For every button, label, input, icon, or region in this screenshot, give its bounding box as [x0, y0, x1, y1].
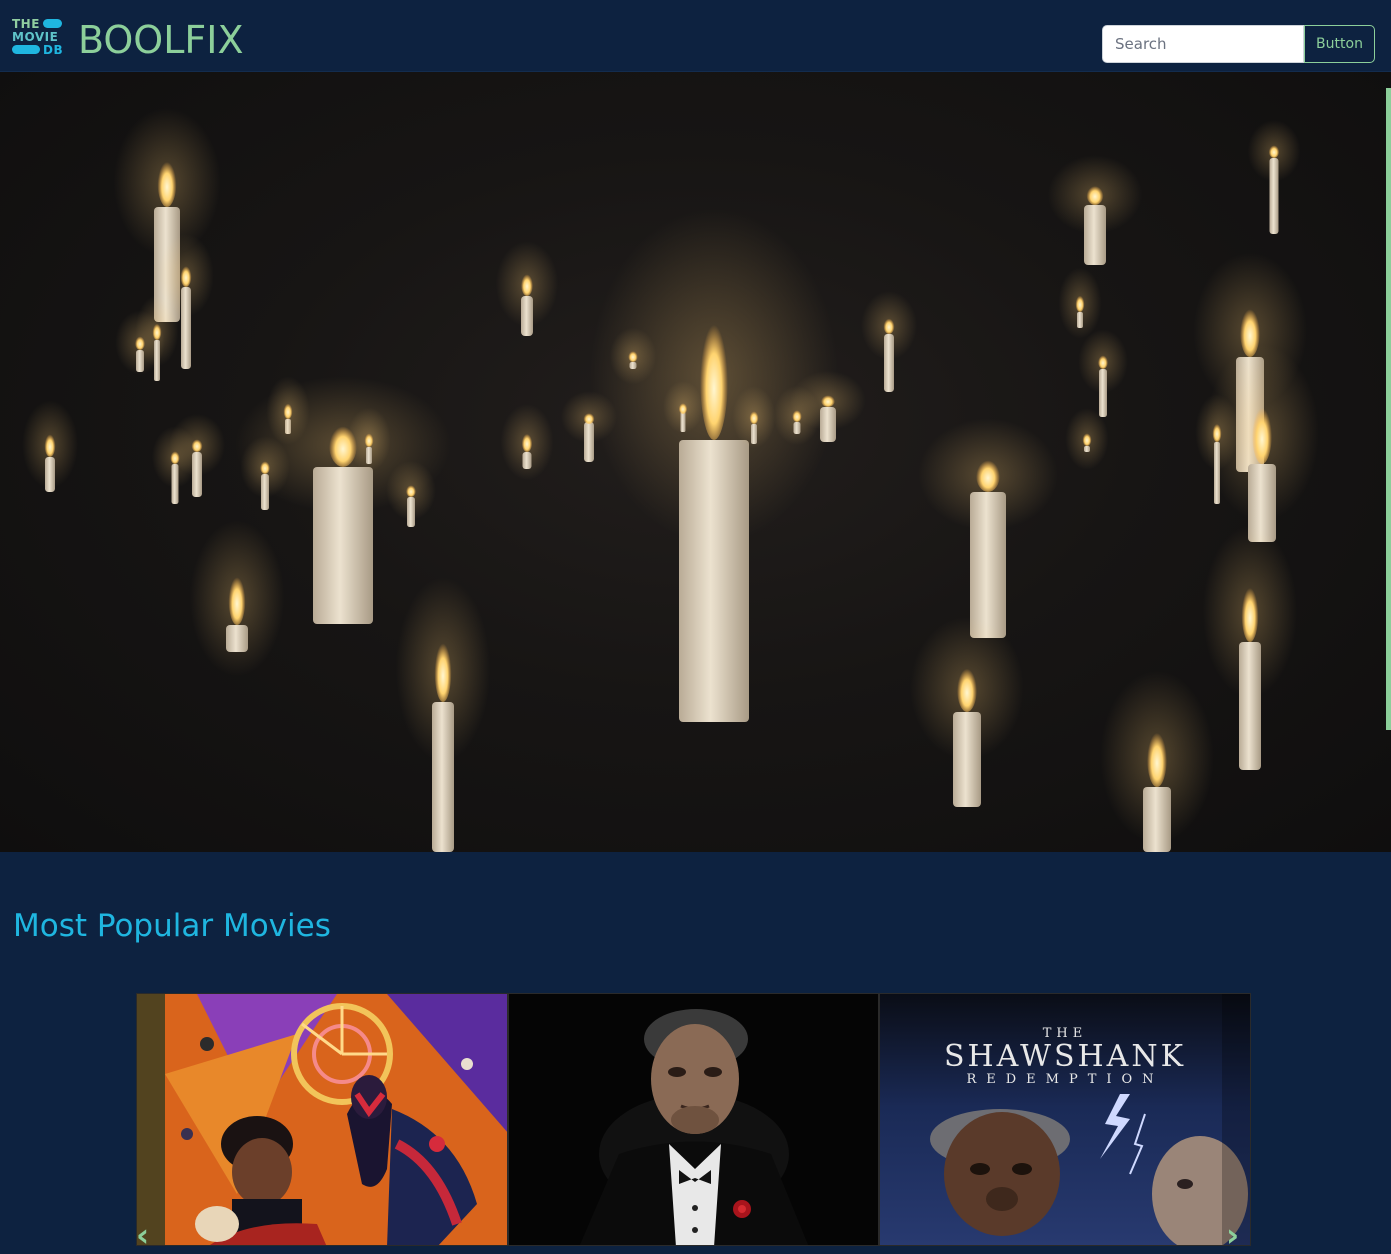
candle-wax [407, 497, 415, 527]
candle-flame [821, 394, 835, 407]
candle-wax [1084, 446, 1090, 452]
candle-wax [584, 422, 594, 462]
candle-flame [521, 432, 533, 452]
candle-wax [1239, 642, 1261, 770]
candle-flame [700, 312, 728, 440]
candle-flame [406, 484, 416, 497]
candle-flame [1082, 432, 1092, 446]
candle-wax [679, 440, 749, 722]
candle-flame [364, 432, 374, 447]
candle-flame [1252, 402, 1272, 464]
search-form: Button [1102, 25, 1375, 63]
candle-wax [820, 407, 836, 442]
candle-wax [1269, 158, 1279, 234]
candle-flame [583, 412, 595, 424]
candle-wax [366, 447, 372, 464]
candle-wax [1077, 312, 1083, 328]
candle-wax [45, 457, 55, 492]
candle-flame [1241, 582, 1259, 642]
search-button[interactable]: Button [1304, 25, 1375, 63]
candle-flame [678, 402, 688, 414]
candle-wax [884, 334, 894, 392]
candle-wax [793, 422, 801, 434]
candle-flame [1086, 184, 1104, 205]
candle-wax [1099, 369, 1107, 417]
candle-wax [629, 362, 637, 369]
hero-scrollbar[interactable] [1386, 88, 1391, 730]
poster-title-main: SHAWSHANK [943, 1039, 1187, 1074]
candle-wax [171, 464, 179, 504]
candle-flame [976, 457, 1000, 492]
poster-title-sub: REDEMPTION [966, 1072, 1164, 1087]
candle-flame [628, 350, 638, 362]
candle-wax [1143, 787, 1171, 852]
spider-verse-poster [137, 994, 507, 1245]
candle-wax [751, 424, 757, 444]
brand-title[interactable]: BOOLFIX [78, 16, 244, 64]
candle-wax [970, 492, 1006, 638]
section-title: Most Popular Movies [13, 908, 331, 944]
search-input[interactable] [1102, 25, 1304, 63]
chevron-right-icon[interactable]: › [1226, 1219, 1252, 1251]
tmdb-logo-pill-top [43, 19, 62, 28]
candle-flame [1075, 294, 1085, 312]
candle-flame [1212, 422, 1222, 442]
hero-video[interactable] [0, 72, 1391, 852]
candle-flame [957, 664, 977, 712]
candle-wax [192, 452, 202, 497]
candle-flame [180, 264, 192, 287]
tmdb-logo-line-2: MOVIE [12, 30, 59, 44]
candle-flame [1268, 144, 1280, 158]
movie-card[interactable] [136, 993, 508, 1246]
candle-wax [1084, 205, 1106, 265]
tmdb-logo-pill-bottom [12, 45, 40, 54]
candle-flame [1098, 354, 1108, 369]
movie-card[interactable]: THE SHAWSHANK REDEMPTION [879, 993, 1251, 1246]
candle-wax [181, 287, 191, 369]
candle-wax [953, 712, 981, 807]
tmdb-logo[interactable]: THE MOVIE DB [12, 17, 64, 57]
tmdb-logo-line-3: DB [43, 43, 64, 57]
candle-flame [1147, 727, 1167, 787]
candle-wax [313, 467, 373, 624]
godfather-poster [509, 994, 878, 1245]
candle-wax [226, 625, 248, 652]
candle-flame [228, 572, 246, 625]
candle-flame [157, 157, 177, 207]
movie-carousel: THE SHAWSHANK REDEMPTION [136, 993, 1251, 1246]
candle-wax [154, 340, 160, 381]
movie-card[interactable] [508, 993, 879, 1246]
candle-flame [883, 317, 895, 334]
chevron-left-icon[interactable]: ‹ [136, 1219, 162, 1251]
candle-wax [521, 296, 533, 336]
candle-flame [44, 432, 56, 457]
candle-flame [191, 438, 203, 452]
candle-flame [521, 272, 533, 296]
navbar: THE MOVIE DB BOOLFIX Button [0, 0, 1391, 72]
candle-flame [434, 637, 452, 702]
candle-flame [152, 322, 162, 340]
candle-wax [680, 412, 686, 432]
candle-flame [749, 410, 759, 424]
candle-wax [1214, 442, 1220, 504]
candles-scene [22, 108, 1319, 852]
candle-wax [522, 452, 532, 469]
candle-wax [432, 702, 454, 852]
tmdb-logo-line-1: THE [12, 17, 40, 31]
